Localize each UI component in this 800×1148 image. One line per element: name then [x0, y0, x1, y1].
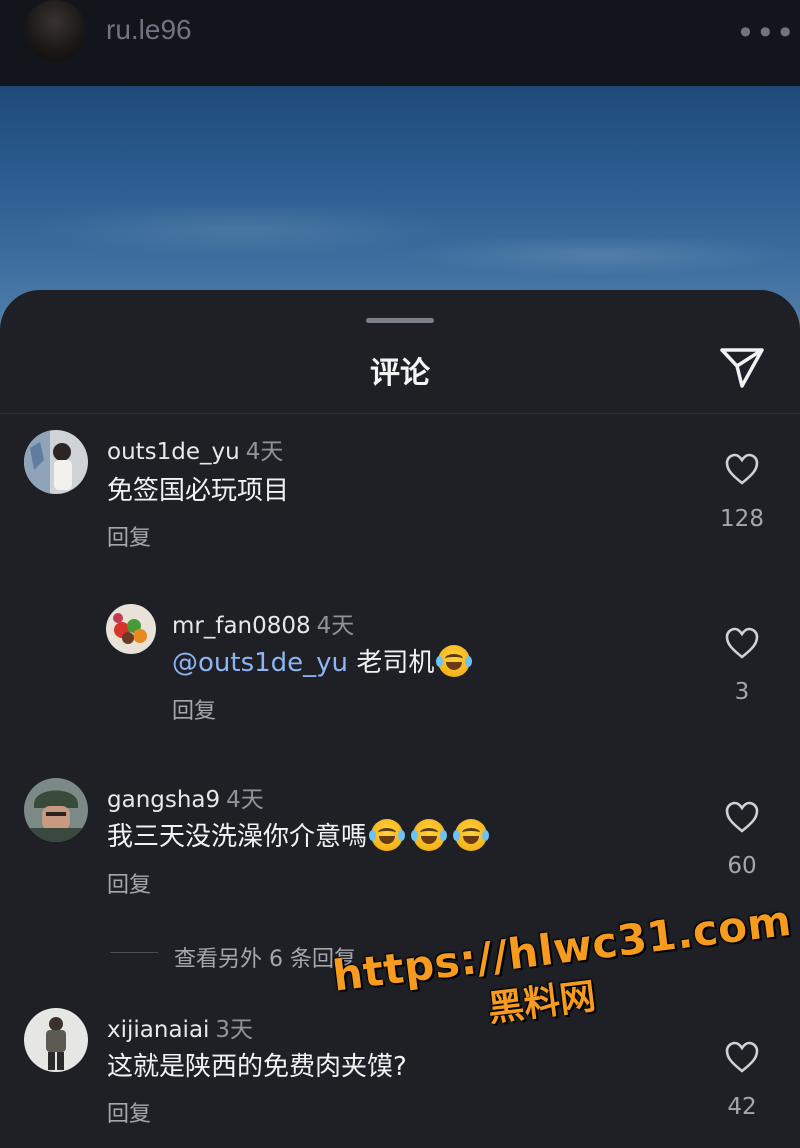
- comment-username[interactable]: mr_fan0808 4天: [172, 606, 354, 640]
- divider: [0, 413, 800, 414]
- view-more-replies-button[interactable]: 查看另外 6 条回复: [110, 941, 356, 973]
- send-icon[interactable]: [718, 346, 766, 390]
- avatar[interactable]: [24, 430, 88, 494]
- comment-username[interactable]: gangsha9 4天: [107, 780, 264, 814]
- laughing-tears-emoji: [453, 819, 490, 851]
- heart-icon[interactable]: [724, 452, 760, 486]
- comment-time: 4天: [316, 613, 355, 639]
- heart-icon[interactable]: [724, 800, 760, 834]
- comment-username[interactable]: xijianaiai 3天: [107, 1010, 253, 1044]
- author-username[interactable]: ru.le96: [106, 14, 192, 46]
- heart-icon[interactable]: [724, 626, 760, 660]
- comment-time: 3天: [215, 1017, 254, 1043]
- reply-button[interactable]: 回复: [107, 867, 151, 899]
- comment-time: 4天: [226, 787, 264, 813]
- drag-handle[interactable]: [366, 318, 434, 323]
- avatar[interactable]: [24, 778, 88, 842]
- mention-link[interactable]: @outs1de_yu: [172, 648, 348, 678]
- comment-time: 4天: [245, 439, 284, 465]
- like-count: 3: [734, 679, 750, 705]
- top-bar: ru.le96 •••: [0, 0, 800, 86]
- avatar[interactable]: [24, 1008, 88, 1072]
- laughing-tears-emoji: [369, 819, 406, 851]
- reply-button[interactable]: 回复: [172, 693, 216, 725]
- heart-icon[interactable]: [724, 1040, 760, 1074]
- comment-text: @outs1de_yu 老司机: [172, 642, 473, 679]
- comment-text: 免签国必玩项目: [107, 476, 290, 506]
- avatar[interactable]: [106, 604, 156, 654]
- reply-button[interactable]: 回复: [107, 1096, 151, 1128]
- reply-button[interactable]: 回复: [107, 520, 151, 552]
- comment-username[interactable]: outs1de_yu 4天: [107, 432, 283, 466]
- like-count: 42: [727, 1094, 757, 1120]
- sheet-title: 评论: [370, 356, 430, 391]
- laughing-tears-emoji: [436, 645, 473, 677]
- like-count: 128: [720, 506, 764, 532]
- comment-text: 我三天没洗澡你介意嗎: [107, 816, 490, 853]
- comment-text: 这就是陕西的免费肉夹馍?: [107, 1052, 407, 1082]
- like-count: 60: [727, 853, 757, 879]
- more-dots-icon[interactable]: •••: [736, 17, 795, 49]
- author-avatar[interactable]: [24, 0, 86, 62]
- laughing-tears-emoji: [411, 819, 448, 851]
